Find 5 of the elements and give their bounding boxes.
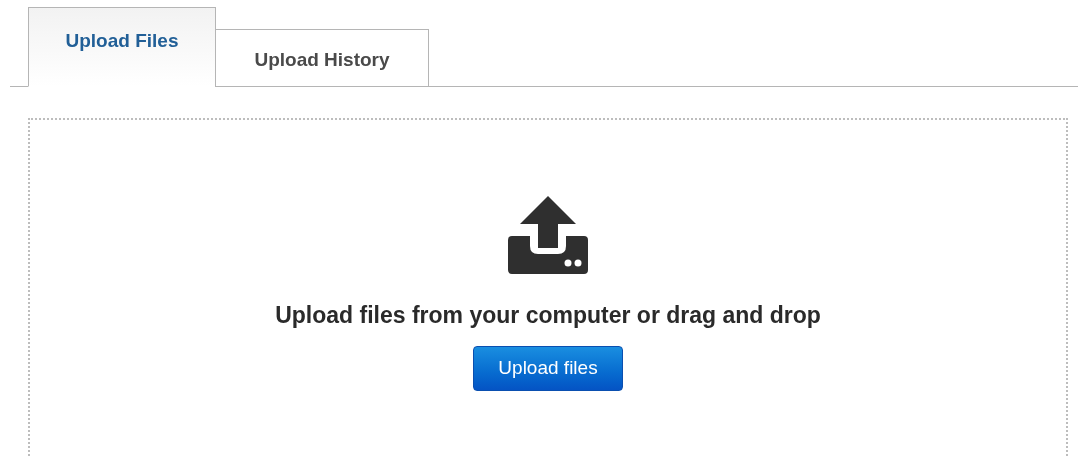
dropzone-message: Upload files from your computer or drag and drop [275, 301, 821, 330]
tab[interactable]: Upload Files [28, 7, 216, 87]
upload-icon [508, 196, 588, 274]
tab[interactable]: Upload History [215, 29, 429, 87]
upload-files-button[interactable]: Upload files [473, 345, 623, 391]
